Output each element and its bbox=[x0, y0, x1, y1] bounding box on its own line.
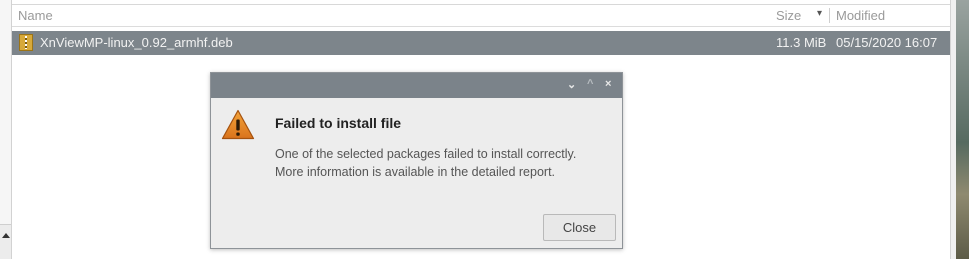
dialog-message-line: One of the selected packages failed to i… bbox=[275, 147, 577, 161]
column-separator[interactable] bbox=[829, 8, 830, 23]
dialog-titlebar[interactable]: ⌄ ^ × bbox=[211, 73, 622, 98]
desktop-background-strip bbox=[950, 0, 969, 259]
maximize-button[interactable]: ^ bbox=[587, 78, 593, 90]
dialog-message: One of the selected packages failed to i… bbox=[275, 145, 576, 181]
file-modified: 05/15/2020 16:07 bbox=[836, 35, 938, 50]
error-dialog: ⌄ ^ × Failed to install file One of the … bbox=[210, 72, 623, 249]
minimize-button[interactable]: ⌄ bbox=[567, 78, 576, 91]
warning-icon bbox=[221, 109, 255, 140]
vertical-scrollbar[interactable] bbox=[950, 0, 956, 259]
file-name: XnViewMP-linux_0.92_armhf.deb bbox=[40, 35, 233, 50]
archive-package-icon bbox=[19, 34, 33, 51]
column-header-name[interactable]: Name bbox=[18, 8, 53, 23]
sort-descending-icon: ▾ bbox=[817, 8, 823, 19]
dialog-title: Failed to install file bbox=[275, 115, 402, 131]
left-pane bbox=[0, 0, 12, 259]
file-row-selected[interactable]: XnViewMP-linux_0.92_armhf.deb 11.3 MiB 0… bbox=[12, 31, 950, 55]
scroll-up-arrow-icon bbox=[2, 233, 10, 238]
column-header-modified[interactable]: Modified bbox=[836, 8, 885, 23]
file-list-header: Name Size ▾ Modified bbox=[12, 5, 950, 27]
dialog-message-line: More information is available in the det… bbox=[275, 165, 556, 179]
scroll-up-button[interactable] bbox=[0, 224, 11, 259]
file-size: 11.3 MiB bbox=[776, 35, 827, 50]
column-header-size[interactable]: Size bbox=[776, 8, 801, 23]
close-window-button[interactable]: × bbox=[605, 78, 611, 90]
close-button[interactable]: Close bbox=[543, 214, 616, 241]
